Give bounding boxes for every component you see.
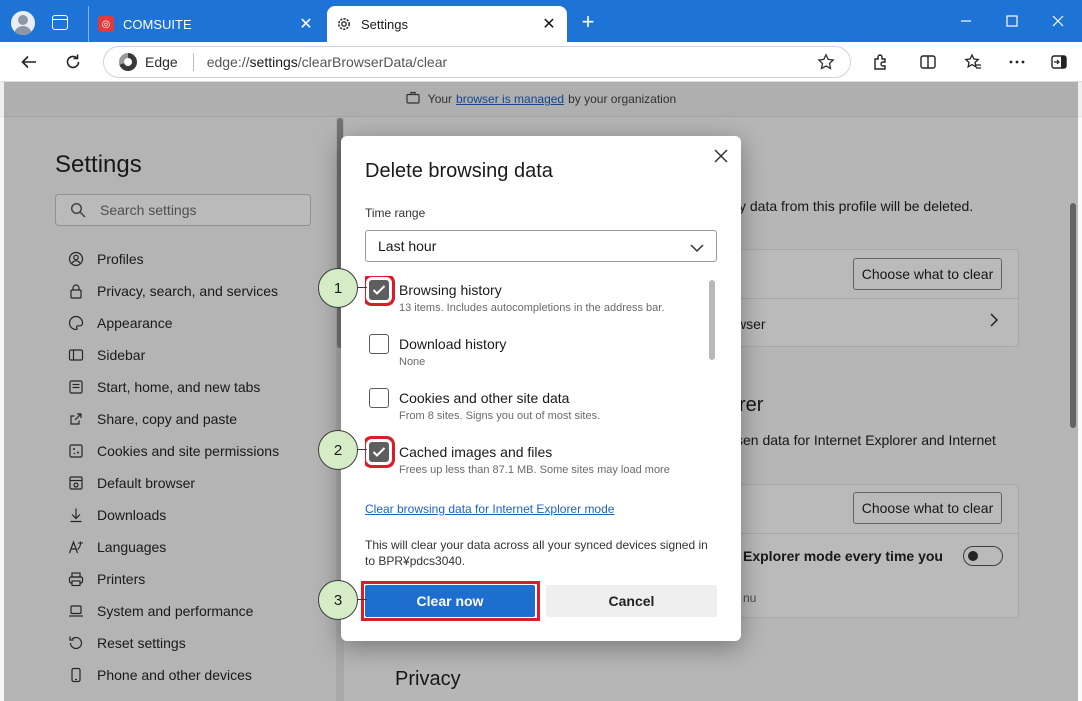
url-text[interactable]: edge://settings/clearBrowserData/clear	[207, 54, 814, 70]
option-label: Download history	[399, 336, 507, 352]
extensions-icon[interactable]	[866, 48, 894, 76]
edge-logo-icon	[119, 53, 137, 71]
sync-note: This will clear your data across all you…	[365, 538, 708, 568]
favorite-star-icon[interactable]	[814, 50, 838, 74]
option-detail: From 8 sites. Signs you out of most site…	[399, 410, 601, 422]
site-label: Edge	[145, 54, 178, 70]
option-cached-images[interactable]: Cached images and files Frees up less th…	[365, 438, 690, 492]
refresh-icon[interactable]	[59, 48, 87, 76]
toolbar: Edge edge://settings/clearBrowserData/cl…	[0, 42, 1082, 82]
clear-ie-mode-link[interactable]: Clear browsing data for Internet Explore…	[365, 502, 614, 516]
profile-avatar-icon[interactable]	[11, 11, 35, 35]
cached-images-checkbox[interactable]	[369, 442, 389, 462]
option-detail: None	[399, 356, 426, 368]
split-screen-icon[interactable]	[914, 48, 942, 76]
delete-browsing-data-dialog: Delete browsing data Time range Last hou…	[341, 136, 741, 641]
title-bar: ◎ COMSUITE ✕ Settings ✕ +	[0, 0, 1082, 42]
gear-icon	[336, 16, 352, 32]
dialog-title: Delete browsing data	[365, 160, 553, 182]
option-label: Cached images and files	[399, 444, 553, 460]
tab-title: Settings	[361, 16, 408, 32]
option-label: Browsing history	[399, 282, 502, 298]
option-label: Cookies and other site data	[399, 390, 570, 406]
cookies-checkbox[interactable]	[369, 388, 389, 408]
close-window-icon[interactable]	[1043, 8, 1073, 34]
minimize-icon[interactable]	[951, 8, 981, 34]
option-download-history[interactable]: Download history None	[365, 330, 690, 384]
step-marker-2: 2	[318, 430, 367, 470]
more-options-icon[interactable]	[1003, 48, 1031, 76]
browsing-history-checkbox[interactable]	[369, 280, 389, 300]
favorites-icon[interactable]	[959, 48, 987, 76]
close-tab-icon[interactable]: ✕	[539, 14, 559, 34]
step-marker-1: 1	[318, 268, 367, 308]
tab-title: COMSUITE	[123, 16, 192, 32]
tab-settings[interactable]: Settings ✕	[327, 6, 567, 42]
close-tab-icon[interactable]: ✕	[296, 14, 316, 34]
data-options-list: Browsing history 13 items. Includes auto…	[365, 276, 690, 492]
clear-now-button[interactable]: Clear now	[365, 585, 535, 617]
edge-bar-icon[interactable]	[1045, 48, 1073, 76]
option-detail: Frees up less than 87.1 MB. Some sites m…	[399, 464, 670, 476]
checkmark-icon	[372, 285, 386, 295]
option-detail: 13 items. Includes autocompletions in th…	[399, 302, 665, 314]
close-icon[interactable]	[710, 145, 732, 167]
dialog-scrollbar[interactable]	[709, 280, 715, 360]
comsuite-favicon-icon: ◎	[98, 16, 114, 32]
time-range-select[interactable]: Last hour	[365, 230, 717, 262]
option-browsing-history[interactable]: Browsing history 13 items. Includes auto…	[365, 276, 690, 330]
cancel-button[interactable]: Cancel	[546, 585, 717, 617]
tab-actions-icon[interactable]	[52, 15, 68, 30]
address-bar[interactable]: Edge edge://settings/clearBrowserData/cl…	[103, 46, 851, 78]
time-range-label: Time range	[365, 206, 426, 220]
new-tab-icon[interactable]: +	[576, 10, 600, 34]
tab-comsuite[interactable]: ◎ COMSUITE ✕	[88, 6, 324, 42]
step-marker-3: 3	[318, 580, 367, 620]
chevron-down-icon	[690, 240, 704, 256]
back-arrow-icon[interactable]	[15, 48, 43, 76]
maximize-icon[interactable]	[997, 8, 1027, 34]
time-range-value: Last hour	[378, 238, 437, 254]
checkmark-icon	[372, 447, 386, 457]
address-separator	[192, 53, 194, 71]
download-history-checkbox[interactable]	[369, 334, 389, 354]
option-cookies[interactable]: Cookies and other site data From 8 sites…	[365, 384, 690, 438]
